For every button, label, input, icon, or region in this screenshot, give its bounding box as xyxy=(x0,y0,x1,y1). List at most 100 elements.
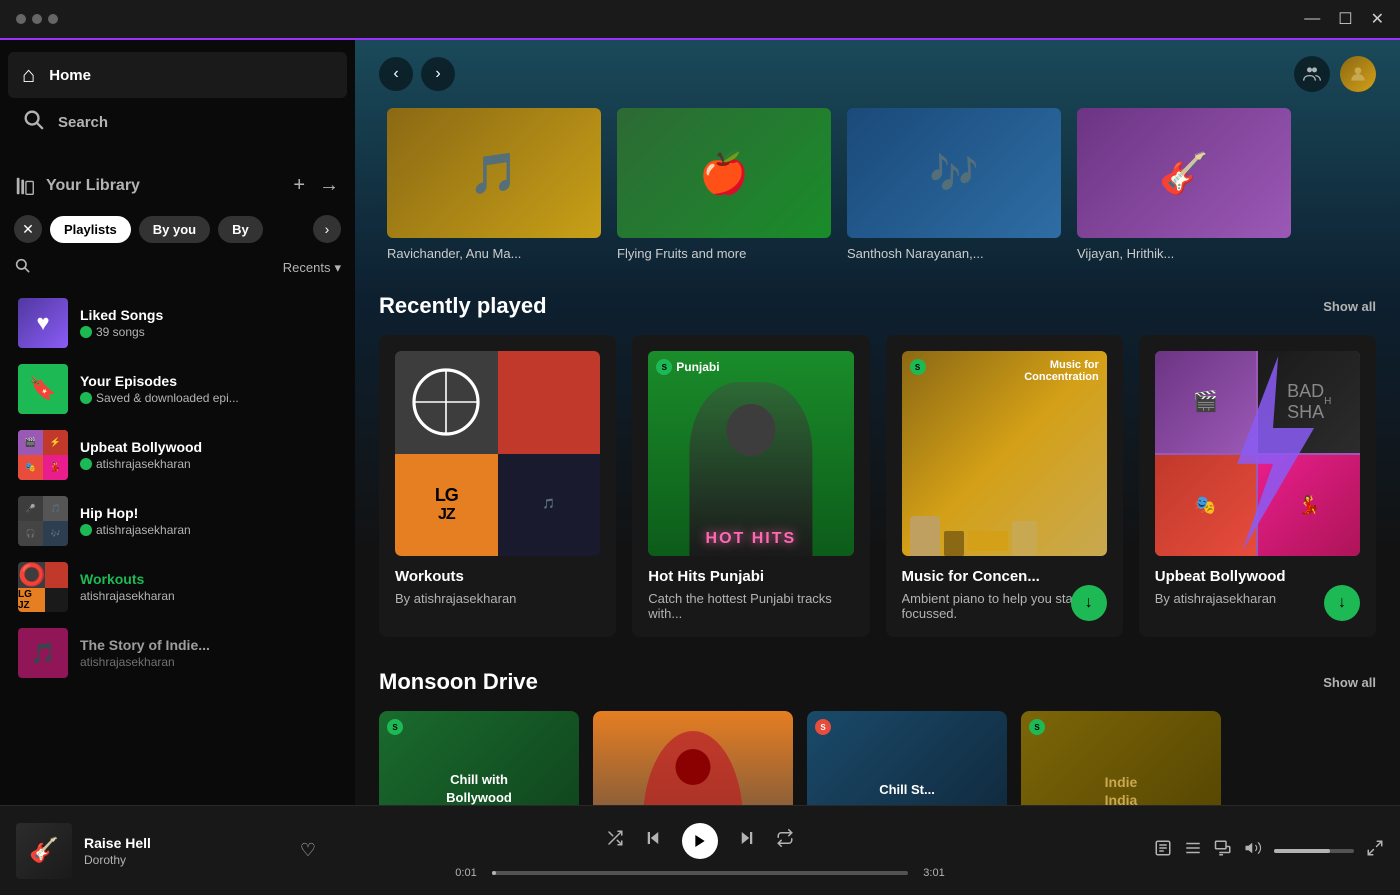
hip-hop-name: Hip Hop! xyxy=(80,505,337,521)
filter-row: ✕ Playlists By you By › xyxy=(0,209,355,249)
upbeat-bollywood-info: Upbeat Bollywood atishrajasekharan xyxy=(80,439,337,471)
player-center: 0:01 3:01 xyxy=(316,823,1084,879)
card-music-concentration[interactable]: S Music forConcentration Music for Conce… xyxy=(886,335,1123,637)
sidebar-item-search[interactable]: Search xyxy=(8,98,347,146)
library-item-workouts[interactable]: ⭕ LG JZ Workouts atishrajasekharan xyxy=(8,554,347,620)
minimize-button[interactable]: — xyxy=(1304,9,1320,29)
workouts-artist: atishrajasekharan xyxy=(80,589,175,603)
player-like-button[interactable]: ♡ xyxy=(300,840,316,861)
top-bar-right xyxy=(1294,56,1376,92)
workouts-card-title: Workouts xyxy=(395,568,600,585)
user-avatar-button[interactable] xyxy=(1340,56,1376,92)
library-title-row: Your Library xyxy=(14,175,140,197)
library-expand-button[interactable]: → xyxy=(317,172,341,199)
search-sort-row: Recents ▾ xyxy=(0,249,355,286)
maximize-button[interactable]: ☐ xyxy=(1338,9,1352,29)
library-add-button[interactable]: + xyxy=(291,172,307,199)
hip-hop-thumbnail: 🎤 🎵 🎧 🎶 xyxy=(18,496,68,546)
monsoon-drive-show-all[interactable]: Show all xyxy=(1323,675,1376,690)
library-item-indie[interactable]: 🎵 The Story of Indie... atishrajasekhara… xyxy=(8,620,347,686)
concentration-card-thumb: S Music forConcentration xyxy=(902,351,1107,556)
concentration-download-button[interactable]: ↓ xyxy=(1071,585,1107,621)
album-strip-item-santhosh[interactable]: 🎶 Santhosh Narayanan,... xyxy=(839,108,1069,261)
volume-bar[interactable] xyxy=(1274,849,1354,853)
card-upbeat-bollywood[interactable]: 🎬 BADSHAH 🎭 💃 Upbeat Bollywood By atishr… xyxy=(1139,335,1376,637)
filter-arrow-button[interactable]: › xyxy=(313,215,341,243)
progress-fill xyxy=(492,871,496,875)
library-item-liked-songs[interactable]: ♥ Liked Songs 39 songs xyxy=(8,290,347,356)
forward-button[interactable]: › xyxy=(421,57,455,91)
player-right xyxy=(1084,839,1384,862)
shuffle-button[interactable] xyxy=(606,829,624,852)
filter-close-button[interactable]: ✕ xyxy=(14,215,42,243)
search-nav-icon xyxy=(22,108,44,136)
library-item-your-episodes[interactable]: 🔖 Your Episodes Saved & downloaded epi..… xyxy=(8,356,347,422)
indie-sub: atishrajasekharan xyxy=(80,655,337,669)
album-strip-item-ravichander[interactable]: 🎵 Ravichander, Anu Ma... xyxy=(379,108,609,261)
library-title: Your Library xyxy=(46,177,140,195)
filter-chip-by-you[interactable]: By you xyxy=(139,216,210,243)
santhosh-thumb: 🎶 xyxy=(847,108,1061,238)
filter-chip-by[interactable]: By xyxy=(218,216,263,243)
card-workouts[interactable]: LGJZ 🎵 Workouts By atishrajasekharan xyxy=(379,335,616,637)
your-episodes-sub-text: Saved & downloaded epi... xyxy=(96,391,239,405)
album-strip-item-vijayan[interactable]: 🎸 Vijayan, Hrithik... xyxy=(1069,108,1299,261)
library-search-button[interactable] xyxy=(14,257,30,278)
volume-fill xyxy=(1274,849,1330,853)
dot-3 xyxy=(48,14,58,24)
back-button[interactable]: ‹ xyxy=(379,57,413,91)
repeat-button[interactable] xyxy=(776,829,794,852)
liked-songs-name: Liked Songs xyxy=(80,307,337,323)
filter-chip-playlists[interactable]: Playlists xyxy=(50,216,131,243)
player-artist: Dorothy xyxy=(84,853,288,867)
vijayan-thumb: 🎸 xyxy=(1077,108,1291,238)
devices-button[interactable] xyxy=(1214,839,1232,862)
main-content: ‹ › 🎵 Ravichander, Anu Ma... xyxy=(355,40,1400,895)
player-track-name: Raise Hell xyxy=(84,835,288,851)
punjabi-card-title: Hot Hits Punjabi xyxy=(648,568,853,585)
your-episodes-info: Your Episodes Saved & downloaded epi... xyxy=(80,373,337,405)
liked-songs-info: Liked Songs 39 songs xyxy=(80,307,337,339)
bollywood-download-button[interactable]: ↓ xyxy=(1324,585,1360,621)
player-left: 🎸 Raise Hell Dorothy ♡ xyxy=(16,823,316,879)
hip-hop-sub: atishrajasekharan xyxy=(80,523,337,537)
progress-bar[interactable] xyxy=(492,871,908,875)
fullscreen-button[interactable] xyxy=(1366,839,1384,862)
title-bar-dots xyxy=(16,14,58,24)
hip-hop-info: Hip Hop! atishrajasekharan xyxy=(80,505,337,537)
album-strip-item-flying-fruits[interactable]: 🍎 Flying Fruits and more xyxy=(609,108,839,261)
card-hot-hits-punjabi[interactable]: S Punjabi HOT HITS Hot Hits Punjabi Catc… xyxy=(632,335,869,637)
recently-played-show-all[interactable]: Show all xyxy=(1323,299,1376,314)
recently-played-header: Recently played Show all xyxy=(379,293,1376,319)
sort-button[interactable]: Recents ▾ xyxy=(283,260,341,276)
library-item-hip-hop[interactable]: 🎤 🎵 🎧 🎶 Hip Hop! atishrajasekharan xyxy=(8,488,347,554)
library-actions: + → xyxy=(291,172,341,199)
library-list: ♥ Liked Songs 39 songs 🔖 Your Episodes xyxy=(0,286,355,895)
liked-songs-count: 39 songs xyxy=(96,325,145,339)
santhosh-name: Santhosh Narayanan,... xyxy=(847,246,1061,261)
dot-2 xyxy=(32,14,42,24)
title-bar: — ☐ ✕ xyxy=(0,0,1400,40)
flying-fruits-name: Flying Fruits and more xyxy=(617,246,831,261)
hip-hop-artist: atishrajasekharan xyxy=(96,523,191,537)
play-pause-button[interactable] xyxy=(682,823,718,859)
close-button[interactable]: ✕ xyxy=(1371,9,1384,29)
title-bar-controls: — ☐ ✕ xyxy=(1304,9,1384,29)
ravichander-thumb: 🎵 xyxy=(387,108,601,238)
progress-row: 0:01 3:01 xyxy=(450,867,950,879)
friends-activity-button[interactable] xyxy=(1294,56,1330,92)
next-button[interactable] xyxy=(738,829,756,852)
concentration-card-title: Music for Concen... xyxy=(902,568,1107,585)
bollywood-card-thumb: 🎬 BADSHAH 🎭 💃 xyxy=(1155,351,1360,556)
queue-button[interactable] xyxy=(1184,839,1202,862)
previous-button[interactable] xyxy=(644,829,662,852)
workouts-card-subtitle: By atishrajasekharan xyxy=(395,591,600,606)
vijayan-name: Vijayan, Hrithik... xyxy=(1077,246,1291,261)
sidebar-item-home[interactable]: ⌂ Home xyxy=(8,52,347,98)
library-item-upbeat-bollywood[interactable]: 🎬 ⚡ 🎭 💃 Upbeat Bollywood atishrajasekhar… xyxy=(8,422,347,488)
current-time: 0:01 xyxy=(450,867,482,879)
volume-button[interactable] xyxy=(1244,839,1262,862)
album-strip: 🎵 Ravichander, Anu Ma... 🍎 Flying Fruits… xyxy=(355,108,1400,277)
your-episodes-name: Your Episodes xyxy=(80,373,337,389)
lyrics-button[interactable] xyxy=(1154,839,1172,862)
